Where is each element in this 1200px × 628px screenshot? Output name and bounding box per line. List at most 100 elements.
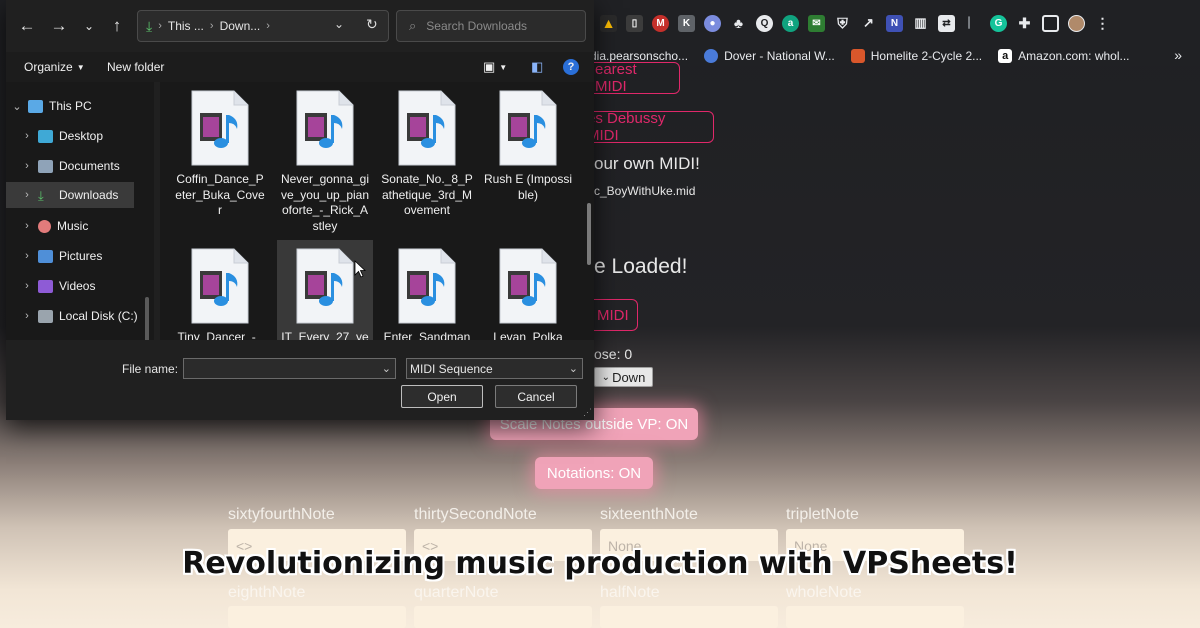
nav-item-desktop[interactable]: › Desktop: [6, 123, 146, 149]
whole-note-input[interactable]: [786, 606, 964, 628]
chevron-down-icon: ⌄: [601, 371, 611, 383]
chevron-right-icon[interactable]: ›: [16, 310, 38, 322]
help-icon[interactable]: ?: [563, 59, 579, 75]
more-bookmarks-icon[interactable]: »: [1174, 47, 1182, 63]
menu-icon[interactable]: ⋮: [1094, 15, 1111, 32]
pictures-icon: [38, 249, 53, 263]
trash-icon[interactable]: ▥: [912, 15, 929, 32]
computer-icon: [28, 99, 43, 113]
sixtyfourth-note-label: sixtyfourthNote: [228, 506, 335, 523]
nav-item-videos[interactable]: › Videos: [6, 273, 146, 299]
thirtysecond-note-label: thirtySecondNote: [414, 506, 537, 523]
eighth-note-input[interactable]: [228, 606, 406, 628]
address-row: ← → ⌄ ↑ ⤓ › This ... › Down... › ⌄ ↻ ⌕ S…: [6, 0, 594, 52]
file-name-dropdown-icon[interactable]: ⌄: [382, 362, 391, 375]
transpose-readout: ose: 0: [594, 346, 633, 362]
midi-file-icon: [397, 247, 457, 325]
up-arrow-icon[interactable]: ↑: [108, 17, 126, 35]
breadcrumb-downloads[interactable]: Down...: [220, 19, 261, 33]
cancel-button[interactable]: Cancel: [495, 385, 577, 408]
midi-file-icon: [295, 247, 355, 325]
caret-down-icon: ▼: [76, 62, 85, 72]
chevron-right-icon[interactable]: ›: [16, 280, 38, 292]
swap-icon[interactable]: ⇄: [938, 14, 955, 32]
n-icon[interactable]: N: [886, 14, 903, 32]
file-item[interactable]: Sonate_No._8_Pathetique_3rd_Movement: [379, 82, 475, 219]
breadcrumb-this-pc[interactable]: This ...: [168, 19, 204, 33]
uploaded-file-name: c_BoyWithUke.mid: [594, 184, 696, 198]
k-icon[interactable]: K: [678, 14, 695, 32]
drive-icon[interactable]: ▲: [600, 14, 617, 32]
back-arrow-icon[interactable]: ←: [18, 17, 36, 35]
documents-icon: [38, 159, 53, 173]
file-item[interactable]: Enter_Sandman: [379, 240, 475, 340]
search-input[interactable]: ⌕ Search Downloads: [396, 10, 586, 42]
open-button[interactable]: Open: [401, 385, 483, 408]
file-item[interactable]: Levan_Polka: [480, 240, 576, 340]
nav-item-downloads[interactable]: › ⤓ Downloads: [6, 182, 134, 208]
shield-icon[interactable]: ⛨: [834, 15, 851, 32]
envelope-icon[interactable]: ✉: [808, 14, 825, 32]
amazon-favicon: a: [998, 49, 1013, 63]
file-item[interactable]: Rush E (Impossible): [480, 82, 576, 203]
avatar[interactable]: [1068, 14, 1085, 32]
file-item[interactable]: Tiny_Dancer_-_Pia: [172, 240, 268, 340]
videos-icon: [38, 279, 53, 293]
file-item[interactable]: Coffin_Dance_Peter_Buka_Cover: [172, 82, 268, 219]
q-icon[interactable]: Q: [756, 14, 773, 32]
notations-toggle[interactable]: Notations: ON: [535, 457, 653, 489]
search-icon: ⌕: [409, 18, 417, 33]
recent-chevron-icon[interactable]: ⌄: [80, 17, 98, 35]
whole-note-label: wholeNote: [786, 584, 862, 601]
bookmark-homelite[interactable]: Homelite 2-Cycle 2...: [850, 49, 982, 63]
organize-menu[interactable]: Organize ▼: [24, 60, 85, 74]
transpose-down-button[interactable]: ⌄ Down: [594, 367, 653, 387]
address-dropdown-icon[interactable]: ⌄: [334, 17, 344, 31]
file-open-dialog: ← → ⌄ ↑ ⤓ › This ... › Down... › ⌄ ↻ ⌕ S…: [6, 0, 594, 420]
sidebar-icon[interactable]: [1042, 14, 1059, 32]
refresh-icon[interactable]: ↻: [366, 16, 378, 33]
new-folder-button[interactable]: New folder: [107, 60, 164, 74]
resize-grip-icon[interactable]: ⋰: [583, 407, 592, 418]
nav-item-local-disk[interactable]: › Local Disk (C:): [6, 303, 146, 329]
chevron-right-icon[interactable]: ›: [16, 189, 38, 201]
half-note-input[interactable]: [600, 606, 778, 628]
bookmark-amazon[interactable]: a Amazon.com: whol...: [998, 49, 1130, 63]
chevron-right-icon[interactable]: ›: [16, 220, 38, 232]
chevron-right-icon[interactable]: ›: [16, 160, 38, 172]
view-options-icon[interactable]: ▣ ▼: [483, 59, 507, 75]
chevron-right-icon[interactable]: ›: [16, 130, 38, 142]
bookmark-dover[interactable]: Dover - National W...: [704, 49, 835, 63]
half-note-label: halfNote: [600, 584, 660, 601]
nav-item-pictures[interactable]: › Pictures: [6, 243, 146, 269]
nav-item-music[interactable]: › Music: [6, 213, 146, 239]
midi-file-icon: [190, 247, 250, 325]
share-icon[interactable]: ↗: [860, 15, 877, 32]
file-list: Coffin_Dance_Peter_Buka_Cover Never_gonn…: [160, 82, 594, 340]
office-icon[interactable]: ▯: [626, 14, 643, 32]
preview-pane-icon[interactable]: ◧: [531, 59, 543, 75]
a-icon[interactable]: a: [782, 14, 799, 32]
mail-icon[interactable]: M: [652, 14, 669, 32]
command-bar: Organize ▼ New folder ▣ ▼ ◧ ?: [6, 52, 594, 82]
quarter-note-input[interactable]: [414, 606, 592, 628]
bookmarks-bar: dia.pearsonscho... Dover - National W...…: [590, 46, 1200, 66]
downloads-icon: ⤓: [38, 187, 44, 203]
address-bar[interactable]: ⤓ › This ... › Down... › ⌄ ↻: [137, 10, 389, 42]
nav-item-this-pc[interactable]: ⌄ This PC: [6, 93, 146, 119]
file-type-select[interactable]: MIDI Sequence ⌄: [406, 358, 583, 379]
grammarly-icon[interactable]: G: [990, 14, 1007, 32]
midi-file-icon: [397, 89, 457, 167]
file-item-selected[interactable]: IT_Every_27_years: [277, 240, 373, 340]
forward-arrow-icon[interactable]: →: [50, 17, 68, 35]
puzzle-icon[interactable]: ✚: [1016, 15, 1033, 32]
file-list-scrollbar[interactable]: [587, 203, 591, 265]
file-name-input[interactable]: ⌄: [183, 358, 396, 379]
chevron-right-icon[interactable]: ›: [16, 250, 38, 262]
circle-icon[interactable]: ●: [704, 14, 721, 32]
chevron-down-icon[interactable]: ⌄: [6, 100, 28, 113]
paw-icon[interactable]: ♣: [730, 15, 747, 32]
file-name-label: File name:: [122, 362, 179, 376]
nav-item-documents[interactable]: › Documents: [6, 153, 146, 179]
file-item[interactable]: Never_gonna_give_you_up_pianoforte_-_Ric…: [277, 82, 373, 234]
